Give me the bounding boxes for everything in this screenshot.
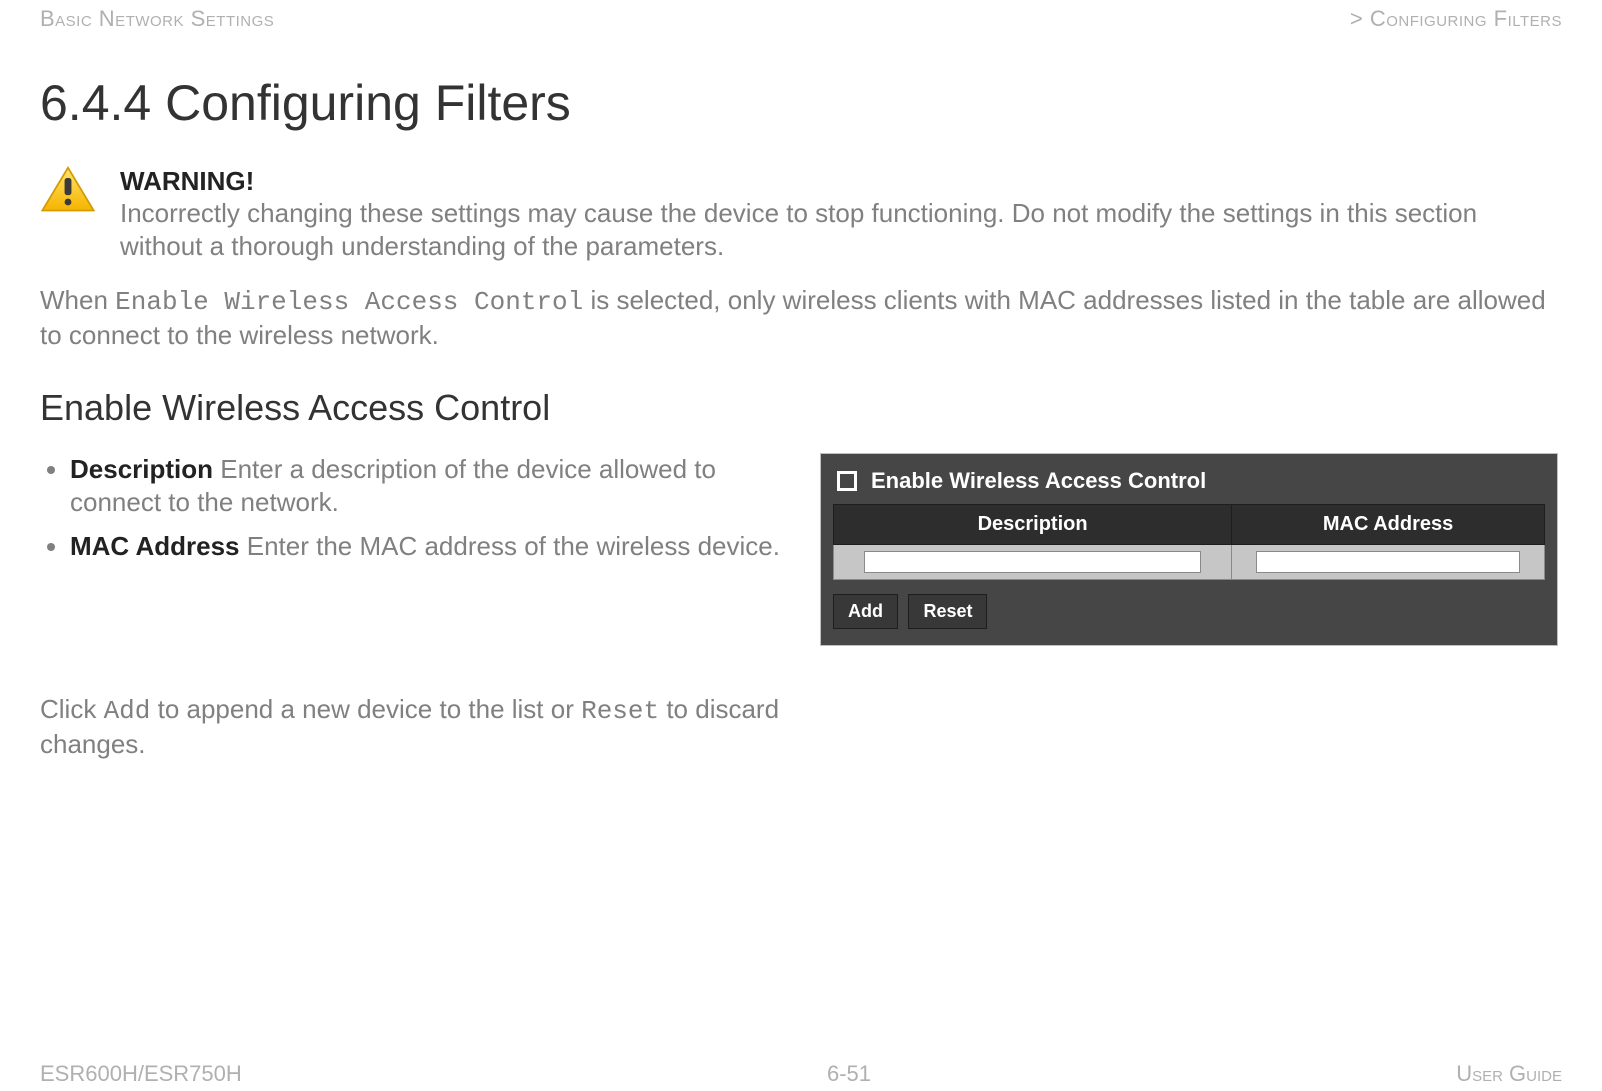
section-heading: Enable Wireless Access Control <box>40 387 1562 429</box>
note-t1: Click <box>40 694 104 724</box>
wac-table: Description MAC Address <box>833 504 1545 580</box>
warning-icon <box>40 166 120 219</box>
list-item: MAC Address Enter the MAC address of the… <box>70 530 800 563</box>
bullet-term: MAC Address <box>70 531 240 561</box>
intro-code: Enable Wireless Access Control <box>115 287 583 317</box>
reset-button[interactable]: Reset <box>908 594 987 629</box>
enable-wac-checkbox[interactable] <box>837 471 857 491</box>
click-note: Click Add to append a new device to the … <box>40 693 800 763</box>
table-row <box>834 545 1545 580</box>
page-footer: ESR600H/ESR750H 6-51 User Guide <box>40 1061 1562 1087</box>
enable-wac-label: Enable Wireless Access Control <box>871 468 1206 494</box>
add-button[interactable]: Add <box>833 594 898 629</box>
warning-label: WARNING! <box>120 166 1562 197</box>
footer-model: ESR600H/ESR750H <box>40 1061 242 1087</box>
access-control-panel: Enable Wireless Access Control Descripti… <box>820 453 1558 646</box>
page-header: Basic Network Settings > Configuring Fil… <box>40 0 1562 32</box>
note-t2: to append a new device to the list or <box>150 694 581 724</box>
note-code-add: Add <box>104 696 151 726</box>
th-description: Description <box>834 505 1232 545</box>
warning-body: Incorrectly changing these settings may … <box>120 197 1562 262</box>
header-right: > Configuring Filters <box>1350 6 1562 32</box>
footer-guide: User Guide <box>1456 1061 1562 1087</box>
header-left: Basic Network Settings <box>40 6 274 32</box>
th-mac: MAC Address <box>1232 505 1545 545</box>
note-code-reset: Reset <box>581 696 659 726</box>
bullet-body: Enter the MAC address of the wireless de… <box>240 531 780 561</box>
warning-block: WARNING! Incorrectly changing these sett… <box>40 166 1562 262</box>
page-title: 6.4.4 Configuring Filters <box>40 74 1562 132</box>
description-input[interactable] <box>864 551 1201 573</box>
bullet-term: Description <box>70 454 213 484</box>
bullet-list: Description Enter a description of the d… <box>70 453 800 563</box>
intro-paragraph: When Enable Wireless Access Control is s… <box>40 284 1562 351</box>
list-item: Description Enter a description of the d… <box>70 453 800 518</box>
mac-address-input[interactable] <box>1256 551 1520 573</box>
intro-pre: When <box>40 285 115 315</box>
footer-page: 6-51 <box>827 1061 871 1087</box>
